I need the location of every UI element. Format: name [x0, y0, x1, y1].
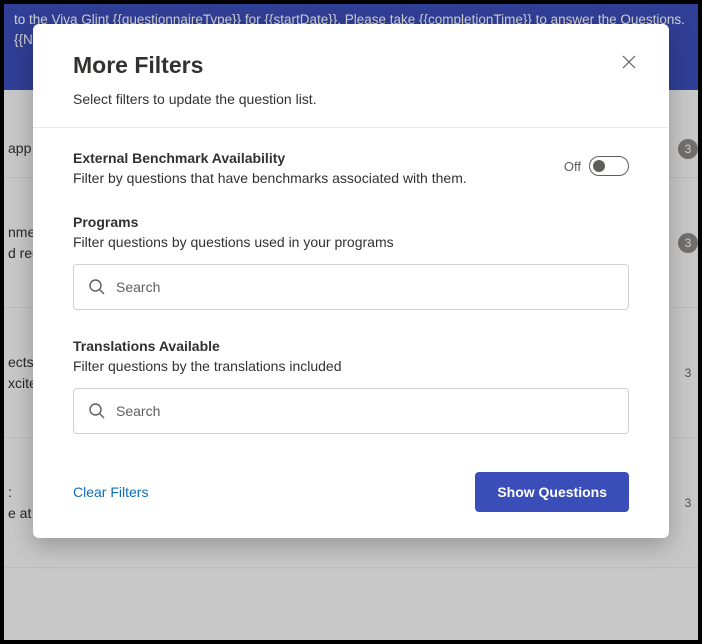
filter-title: Translations Available	[73, 338, 629, 354]
filter-title: Programs	[73, 214, 629, 230]
benchmark-toggle[interactable]	[589, 156, 629, 176]
filter-desc: Filter by questions that have benchmarks…	[73, 170, 467, 186]
filter-translations: Translations Available Filter questions …	[73, 338, 629, 434]
translations-search-input[interactable]	[116, 403, 614, 419]
show-questions-button[interactable]: Show Questions	[475, 472, 629, 512]
search-icon	[88, 278, 106, 296]
toggle-state-label: Off	[564, 159, 581, 174]
filter-benchmark: External Benchmark Availability Filter b…	[73, 150, 629, 186]
modal-subtitle: Select filters to update the question li…	[73, 91, 629, 107]
modal-title: More Filters	[73, 52, 629, 79]
toggle-knob-icon	[593, 160, 605, 172]
filter-programs: Programs Filter questions by questions u…	[73, 214, 629, 310]
search-icon	[88, 402, 106, 420]
filter-desc: Filter questions by the translations inc…	[73, 358, 629, 374]
filter-desc: Filter questions by questions used in yo…	[73, 234, 629, 250]
clear-filters-button[interactable]: Clear Filters	[73, 484, 148, 500]
translations-search[interactable]	[73, 388, 629, 434]
modal-overlay: More Filters Select filters to update th…	[4, 4, 698, 640]
filter-title: External Benchmark Availability	[73, 150, 467, 166]
programs-search-input[interactable]	[116, 279, 614, 295]
programs-search[interactable]	[73, 264, 629, 310]
more-filters-modal: More Filters Select filters to update th…	[33, 24, 669, 538]
